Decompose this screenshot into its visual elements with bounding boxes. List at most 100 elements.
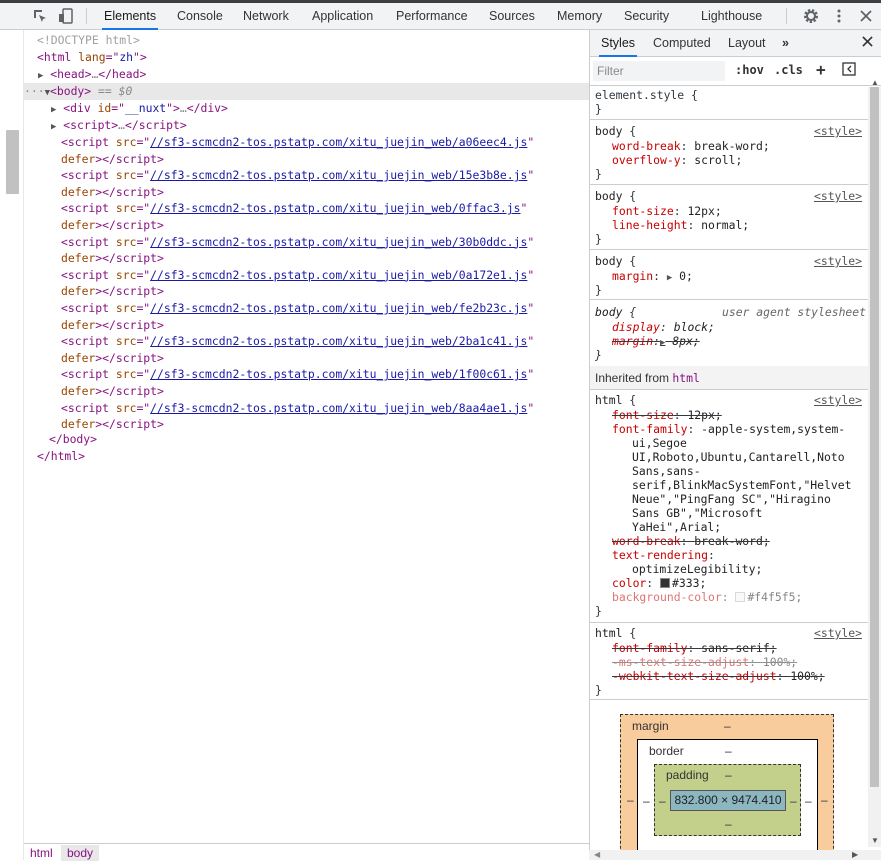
tab-elements[interactable]: Elements — [102, 3, 159, 30]
margin-top-value[interactable]: – — [724, 719, 731, 733]
property-value[interactable]: optimizeLegibility; — [632, 562, 762, 576]
scroll-up-arrow-icon[interactable]: ▲ — [871, 78, 879, 87]
script-src-node[interactable]: <script src="//sf3-scmcdn2-tos.pstatp.co… — [24, 234, 589, 251]
padding-right-value[interactable]: – — [790, 794, 797, 808]
head-node[interactable]: ▶ <head>…</head> — [24, 66, 589, 83]
toggle-sidebar-icon[interactable] — [842, 62, 856, 79]
elements-scrollbar[interactable] — [0, 30, 24, 860]
property-value[interactable]: scroll; — [694, 153, 742, 167]
property-name[interactable]: margin — [612, 269, 653, 283]
script-src-node[interactable]: <script src="//sf3-scmcdn2-tos.pstatp.co… — [24, 400, 589, 417]
property-name[interactable]: word-break — [612, 139, 681, 153]
box-model-padding[interactable]: padding – – – – 832.800 × 9474.410 — [654, 764, 801, 836]
property-value[interactable]: #333; — [672, 576, 706, 590]
padding-top-value[interactable]: – — [725, 768, 732, 782]
doctype-node[interactable]: <!DOCTYPE html> — [24, 32, 589, 49]
box-model-margin[interactable]: margin – – – border – – – padding – – – … — [620, 714, 834, 860]
property-value[interactable]: -apple-system,system- — [701, 422, 845, 436]
expand-triangle-icon[interactable]: ▶ — [51, 105, 56, 115]
script-src-link[interactable]: //sf3-scmcdn2-tos.pstatp.com/xitu_juejin… — [150, 168, 527, 182]
property-name[interactable]: word-break — [612, 534, 681, 548]
property-name[interactable]: color — [612, 576, 646, 590]
script-src-link[interactable]: //sf3-scmcdn2-tos.pstatp.com/xitu_juejin… — [150, 268, 527, 282]
border-left-value[interactable]: – — [643, 794, 650, 808]
tab-computed[interactable]: Computed — [651, 30, 713, 57]
body-node-selected[interactable]: ···▼<body> == $0 — [24, 83, 589, 100]
property-name[interactable]: -webkit-text-size-adjust — [612, 669, 777, 683]
rule-selector[interactable]: body — [595, 124, 622, 138]
gear-icon[interactable] — [801, 6, 821, 26]
property-name[interactable]: font-size — [612, 204, 674, 218]
script-src-link[interactable]: //sf3-scmcdn2-tos.pstatp.com/xitu_juejin… — [150, 334, 527, 348]
style-source-link[interactable]: <style> — [814, 189, 862, 203]
script-src-node[interactable]: <script src="//sf3-scmcdn2-tos.pstatp.co… — [24, 267, 589, 284]
property-value[interactable]: break-word; — [694, 139, 769, 153]
property-name[interactable]: overflow-y — [612, 153, 681, 167]
property-name[interactable]: text-rendering — [612, 548, 708, 562]
styles-scrollbar[interactable] — [868, 87, 881, 847]
property-value[interactable]: break-word; — [694, 534, 769, 548]
property-value[interactable]: 100%; — [790, 669, 824, 683]
rule-selector[interactable]: html — [595, 393, 622, 407]
script-src-link[interactable]: //sf3-scmcdn2-tos.pstatp.com/xitu_juejin… — [150, 235, 527, 249]
script-node[interactable]: ▶ <script>…</script> — [24, 117, 589, 134]
property-name[interactable]: font-family — [612, 422, 687, 436]
tab-sources[interactable]: Sources — [487, 3, 537, 30]
expand-triangle-icon[interactable]: ▶ — [38, 71, 43, 81]
margin-right-value[interactable]: – — [821, 793, 828, 807]
class-toggle-button[interactable]: .cls — [774, 63, 803, 77]
styles-horizontal-scrollbar[interactable]: ◀ ▶ — [589, 850, 881, 860]
color-swatch-icon[interactable] — [735, 592, 746, 602]
property-value[interactable]: 100%; — [763, 655, 797, 669]
tab-performance[interactable]: Performance — [394, 3, 470, 30]
box-model-content[interactable]: 832.800 × 9474.410 — [670, 790, 786, 811]
expand-triangle-icon[interactable]: ▶ — [51, 122, 56, 132]
hover-state-button[interactable]: :hov — [735, 63, 764, 77]
more-options-icon[interactable] — [829, 6, 849, 26]
property-value[interactable]: sans-serif; — [701, 641, 776, 655]
scrollbar-thumb[interactable] — [6, 130, 19, 194]
scroll-left-arrow-icon[interactable]: ◀ — [594, 850, 600, 859]
script-src-node[interactable]: <script src="//sf3-scmcdn2-tos.pstatp.co… — [24, 300, 589, 317]
scrollbar-thumb[interactable] — [870, 87, 879, 787]
ellipsis-icon[interactable]: ··· — [24, 84, 45, 98]
script-src-node[interactable]: <script src="//sf3-scmcdn2-tos.pstatp.co… — [24, 200, 589, 217]
rule-selector[interactable]: element.style { — [595, 88, 698, 102]
tab-lighthouse[interactable]: Lighthouse — [699, 3, 764, 30]
property-name[interactable]: font-family — [612, 641, 687, 655]
margin-left-value[interactable]: – — [627, 793, 634, 807]
tab-application[interactable]: Application — [310, 3, 375, 30]
property-name[interactable]: line-height — [612, 218, 687, 232]
filter-input[interactable] — [593, 61, 725, 81]
tab-network[interactable]: Network — [241, 3, 291, 30]
add-rule-icon[interactable]: + — [816, 60, 826, 79]
tab-layout[interactable]: Layout — [726, 30, 768, 57]
scroll-down-arrow-icon[interactable]: ▼ — [871, 836, 879, 845]
inherited-tag-link[interactable]: html — [672, 371, 699, 385]
rule-selector[interactable]: html — [595, 626, 622, 640]
script-src-node[interactable]: <script src="//sf3-scmcdn2-tos.pstatp.co… — [24, 366, 589, 383]
script-src-node[interactable]: <script src="//sf3-scmcdn2-tos.pstatp.co… — [24, 167, 589, 184]
expand-triangle-icon[interactable]: ▶ — [667, 273, 672, 283]
border-top-value[interactable]: – — [725, 744, 732, 758]
tab-security[interactable]: Security — [622, 3, 671, 30]
padding-left-value[interactable]: – — [659, 794, 666, 808]
device-toolbar-icon[interactable] — [56, 6, 76, 26]
padding-bottom-value[interactable]: – — [725, 817, 732, 831]
property-value[interactable]: 0; — [679, 269, 693, 283]
script-src-link[interactable]: //sf3-scmcdn2-tos.pstatp.com/xitu_juejin… — [150, 367, 527, 381]
style-source-link[interactable]: <style> — [814, 124, 862, 138]
property-name[interactable]: -ms-text-size-adjust — [612, 655, 749, 669]
rule-selector[interactable]: body — [595, 189, 622, 203]
breadcrumb-html[interactable]: html — [24, 845, 59, 861]
script-src-link[interactable]: //sf3-scmcdn2-tos.pstatp.com/xitu_juejin… — [150, 301, 527, 315]
property-name[interactable]: font-size — [612, 408, 674, 422]
style-source-link[interactable]: <style> — [814, 626, 862, 640]
script-src-link[interactable]: //sf3-scmcdn2-tos.pstatp.com/xitu_juejin… — [150, 201, 520, 215]
box-model-border[interactable]: border – – – padding – – – – 832.800 × 9… — [637, 739, 818, 860]
script-src-link[interactable]: //sf3-scmcdn2-tos.pstatp.com/xitu_juejin… — [150, 135, 527, 149]
html-node[interactable]: <html lang="zh"> — [24, 49, 589, 66]
property-value[interactable]: 12px; — [687, 408, 721, 422]
script-src-node[interactable]: <script src="//sf3-scmcdn2-tos.pstatp.co… — [24, 333, 589, 350]
inspect-element-icon[interactable] — [30, 6, 50, 26]
